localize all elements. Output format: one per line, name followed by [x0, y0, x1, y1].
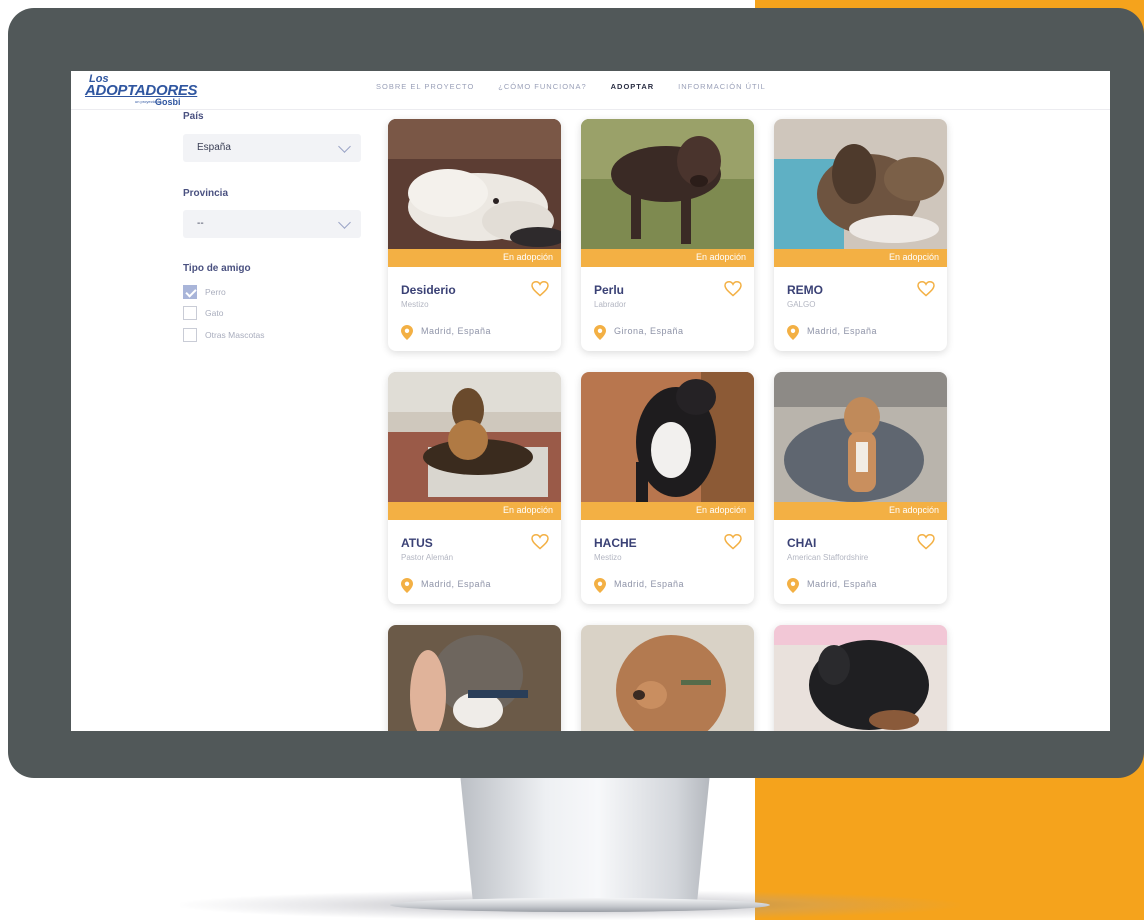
pet-breed: Pastor Alemán	[401, 553, 454, 562]
nav-adopt[interactable]: ADOPTAR	[611, 82, 655, 91]
location-pin-icon	[401, 325, 413, 340]
pet-photo	[581, 372, 754, 502]
pet-location: Madrid, España	[807, 326, 878, 336]
checkbox-label: Otras Mascotas	[205, 330, 265, 340]
pet-name: Perlu	[594, 283, 625, 297]
pet-photo	[581, 119, 754, 249]
pet-name: CHAI	[787, 536, 817, 550]
pet-card[interactable]	[581, 625, 754, 731]
pet-location: Madrid, España	[807, 579, 878, 589]
pet-card[interactable]: En adopción CHAI American Staffordshire …	[774, 372, 947, 604]
status-badge: En adopción	[388, 502, 561, 520]
pet-type-option-other[interactable]: Otras Mascotas	[183, 328, 265, 342]
chevron-down-icon	[338, 140, 351, 153]
pet-photo	[774, 625, 947, 731]
pet-name: ATUS	[401, 536, 433, 550]
status-badge: En adopción	[388, 249, 561, 267]
pet-card[interactable]: En adopción Perlu Labrador Girona, Españ…	[581, 119, 754, 351]
checkbox-label: Gato	[205, 308, 224, 318]
pet-breed: Mestizo	[594, 553, 622, 562]
heart-icon[interactable]	[531, 534, 549, 550]
pet-card[interactable]: En adopción ATUS Pastor Alemán Madrid, E…	[388, 372, 561, 604]
status-badge: En adopción	[581, 249, 754, 267]
heart-icon[interactable]	[531, 281, 549, 297]
location-pin-icon	[594, 578, 606, 593]
heart-icon[interactable]	[917, 534, 935, 550]
pet-type-option-dog[interactable]: Perro	[183, 285, 226, 299]
pet-name: REMO	[787, 283, 823, 297]
location-pin-icon	[594, 325, 606, 340]
pet-location: Madrid, España	[421, 579, 492, 589]
country-value: España	[197, 142, 231, 153]
country-select[interactable]: España	[183, 134, 361, 162]
country-label: País	[183, 111, 204, 122]
pet-location: Madrid, España	[614, 579, 685, 589]
province-label: Provincia	[183, 188, 229, 199]
location-pin-icon	[401, 578, 413, 593]
checkbox-cat[interactable]	[183, 306, 197, 320]
pet-name: Desiderio	[401, 283, 456, 297]
pet-card[interactable]: En adopción HACHE Mestizo Madrid, España	[581, 372, 754, 604]
checkbox-other-pets[interactable]	[183, 328, 197, 342]
heart-icon[interactable]	[724, 534, 742, 550]
nav-how-it-works[interactable]: ¿CÓMO FUNCIONA?	[498, 82, 586, 91]
monitor-stand-base	[390, 898, 770, 912]
status-badge: En adopción	[774, 502, 947, 520]
nav-about[interactable]: SOBRE EL PROYECTO	[376, 82, 474, 91]
pet-breed: GALGO	[787, 300, 816, 309]
pet-breed: American Staffordshire	[787, 553, 869, 562]
pet-type-label: Tipo de amigo	[183, 263, 251, 274]
logo-sub-text: Gosbi	[155, 97, 181, 107]
pet-location: Girona, España	[614, 326, 684, 336]
pet-photo	[774, 372, 947, 502]
monitor-screen: Los ADOPTADORES un proyecto de Gosbi SOB…	[71, 71, 1110, 731]
location-pin-icon	[787, 325, 799, 340]
pet-name: HACHE	[594, 536, 637, 550]
location-pin-icon	[787, 578, 799, 593]
monitor-bezel: Los ADOPTADORES un proyecto de Gosbi SOB…	[8, 8, 1144, 778]
pet-card[interactable]: En adopción Desiderio Mestizo Madrid, Es…	[388, 119, 561, 351]
pet-card[interactable]	[388, 625, 561, 731]
pet-breed: Mestizo	[401, 300, 429, 309]
pet-breed: Labrador	[594, 300, 627, 309]
site-header: Los ADOPTADORES un proyecto de Gosbi SOB…	[71, 71, 1110, 110]
pet-card[interactable]	[774, 625, 947, 731]
pet-type-option-cat[interactable]: Gato	[183, 306, 223, 320]
monitor-stand	[460, 775, 710, 905]
pet-photo	[774, 119, 947, 249]
province-value: --	[197, 218, 204, 229]
pet-photo	[388, 119, 561, 249]
site-logo[interactable]: Los ADOPTADORES un proyecto de Gosbi	[83, 73, 203, 107]
nav-useful-info[interactable]: INFORMACIÓN ÚTIL	[678, 82, 766, 91]
checkbox-label: Perro	[205, 287, 226, 297]
province-select[interactable]: --	[183, 210, 361, 238]
heart-icon[interactable]	[724, 281, 742, 297]
pet-location: Madrid, España	[421, 326, 492, 336]
main-nav: SOBRE EL PROYECTO ¿CÓMO FUNCIONA? ADOPTA…	[376, 82, 766, 91]
pet-photo	[388, 625, 561, 731]
pet-photo	[581, 625, 754, 731]
chevron-down-icon	[338, 216, 351, 229]
checkbox-dog[interactable]	[183, 285, 197, 299]
heart-icon[interactable]	[917, 281, 935, 297]
status-badge: En adopción	[774, 249, 947, 267]
status-badge: En adopción	[581, 502, 754, 520]
pet-card[interactable]: En adopción REMO GALGO Madrid, España	[774, 119, 947, 351]
pet-photo	[388, 372, 561, 502]
